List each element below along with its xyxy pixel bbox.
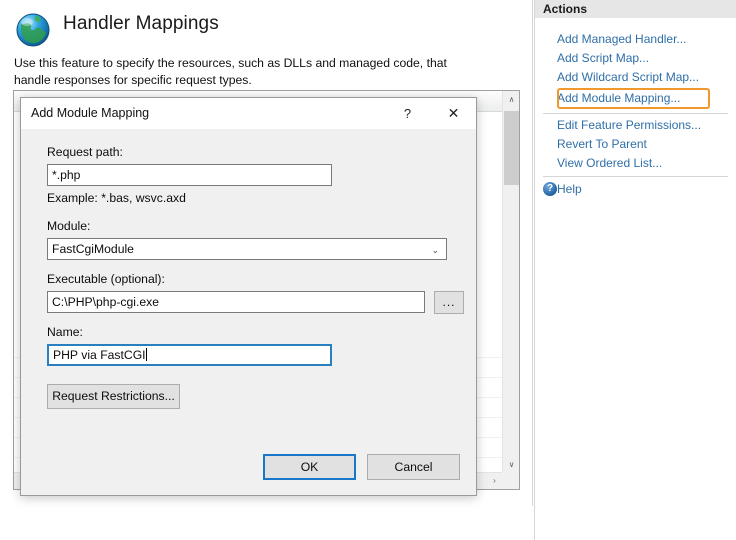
globe-icon (16, 13, 50, 47)
request-path-input[interactable] (47, 164, 332, 186)
actions-divider (543, 113, 728, 114)
request-restrictions-button[interactable]: Request Restrictions... (47, 384, 180, 409)
module-select[interactable]: FastCgiModule ⌄ (47, 238, 447, 260)
cancel-button[interactable]: Cancel (367, 454, 460, 480)
action-edit-feature-permissions[interactable]: Edit Feature Permissions... (557, 117, 701, 133)
name-input[interactable]: PHP via FastCGI (47, 344, 332, 366)
module-label: Module: (47, 219, 91, 233)
action-view-ordered-list[interactable]: View Ordered List... (557, 155, 662, 171)
feature-description: Use this feature to specify the resource… (14, 56, 447, 87)
dialog-title: Add Module Mapping (31, 106, 150, 120)
request-path-example: Example: *.bas, wsvc.axd (47, 191, 186, 205)
name-label: Name: (47, 325, 83, 339)
scroll-up-icon[interactable]: ∧ (503, 91, 519, 108)
page-title: Handler Mappings (63, 13, 219, 34)
list-vertical-scrollbar[interactable]: ∧ ∨ (502, 91, 519, 473)
help-icon[interactable]: ? (543, 182, 557, 196)
action-add-script-map[interactable]: Add Script Map... (557, 50, 649, 66)
dialog-titlebar: Add Module Mapping ? ✕ (21, 98, 476, 129)
actions-panel-title: Actions (535, 0, 736, 18)
scroll-right-icon[interactable]: › (486, 473, 503, 489)
action-add-managed-handler[interactable]: Add Managed Handler... (557, 31, 686, 47)
request-path-label: Request path: (47, 145, 123, 159)
close-icon[interactable]: ✕ (431, 98, 476, 129)
actions-panel: Actions Add Managed Handler... Add Scrip… (534, 0, 736, 540)
action-help[interactable]: Help (557, 181, 582, 197)
dialog-body: Request path: Example: *.bas, wsvc.axd M… (21, 129, 476, 495)
scrollbar-corner (502, 472, 519, 489)
ok-button[interactable]: OK (263, 454, 356, 480)
scroll-down-icon[interactable]: ∨ (503, 456, 519, 473)
executable-input[interactable] (47, 291, 425, 313)
text-caret (145, 348, 147, 361)
browse-button[interactable]: ... (434, 291, 464, 314)
app-window: Handler Mappings Use this feature to spe… (0, 0, 736, 540)
action-add-module-mapping[interactable]: Add Module Mapping... (557, 90, 680, 106)
module-select-value: FastCgiModule (52, 242, 134, 256)
action-add-wildcard-script-map[interactable]: Add Wildcard Script Map... (557, 69, 699, 85)
feature-header: Handler Mappings Use this feature to spe… (0, 0, 532, 88)
add-module-mapping-dialog: Add Module Mapping ? ✕ Request path: Exa… (20, 97, 477, 496)
name-input-value: PHP via FastCGI (53, 348, 146, 362)
actions-divider (543, 176, 728, 177)
action-revert-to-parent[interactable]: Revert To Parent (557, 136, 647, 152)
vertical-scrollbar-thumb[interactable] (504, 111, 519, 185)
chevron-down-icon: ⌄ (431, 245, 439, 255)
dialog-help-button[interactable]: ? (385, 98, 430, 129)
executable-label: Executable (optional): (47, 272, 165, 286)
